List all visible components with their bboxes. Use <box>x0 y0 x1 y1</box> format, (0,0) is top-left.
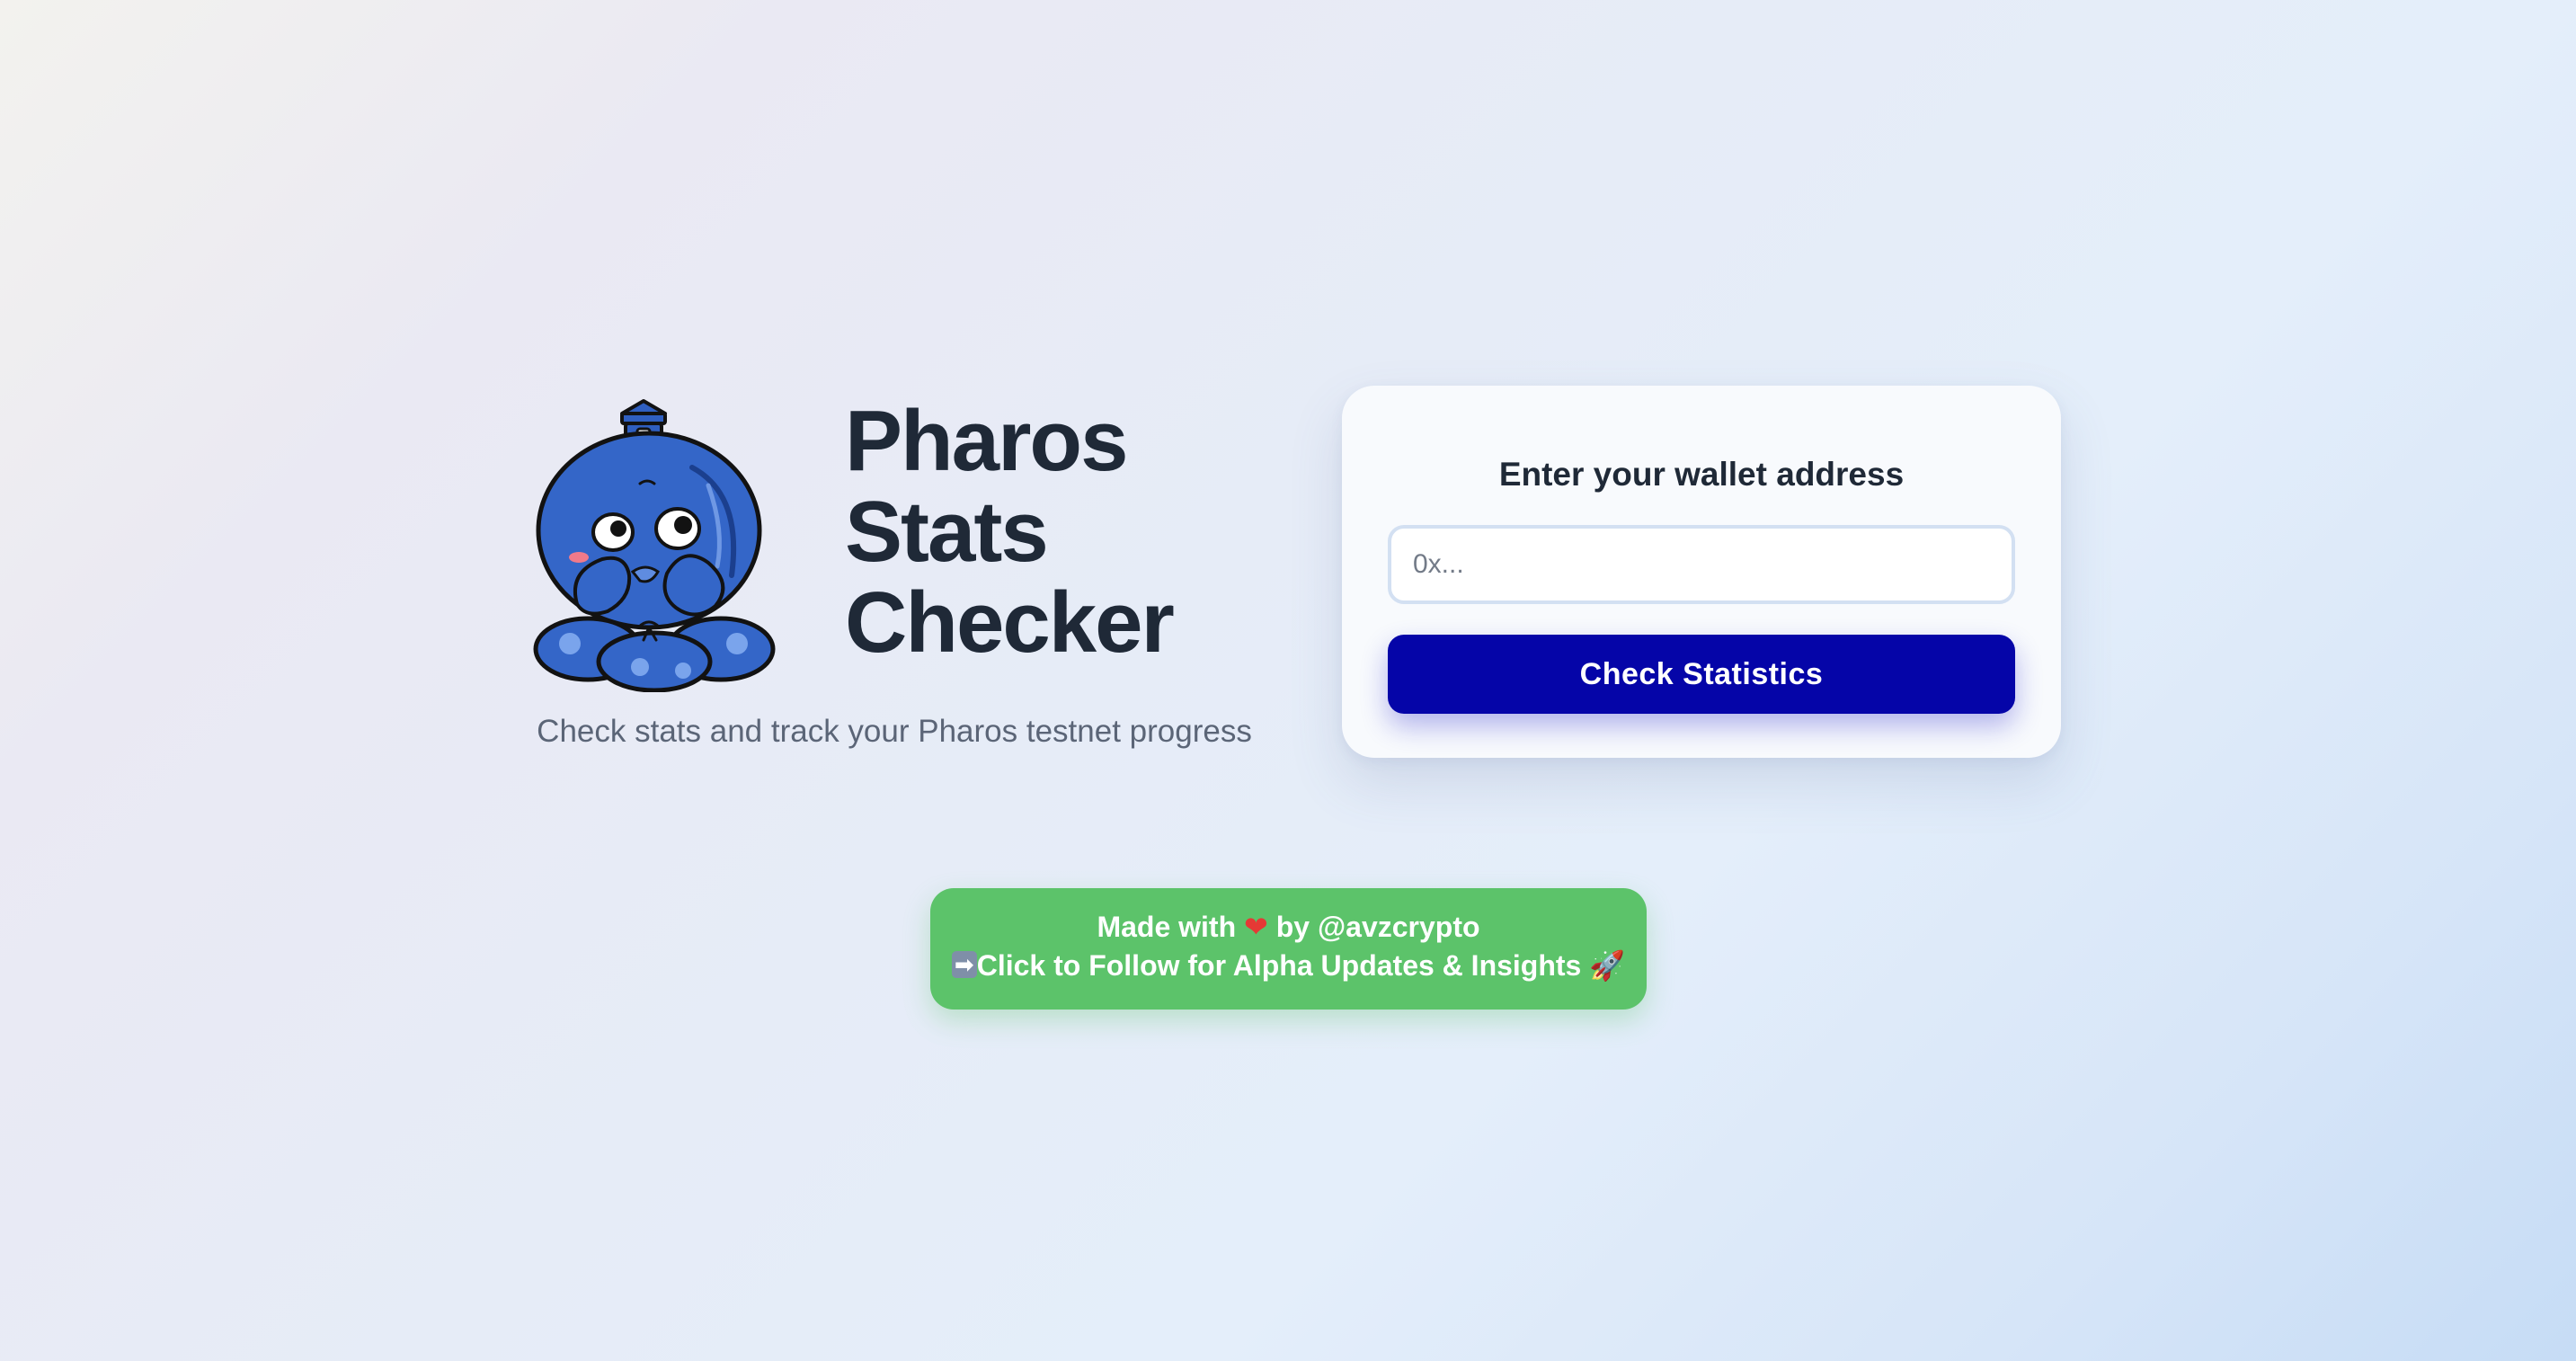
page-title: Pharos Stats Checker <box>845 393 1175 671</box>
banner-follow-text: Click to Follow for Alpha Updates & Insi… <box>976 949 1582 982</box>
heart-icon: ❤ <box>1244 911 1268 943</box>
right-arrow-icon: ➡ <box>951 951 977 978</box>
title-line-1: Pharos <box>845 393 1128 489</box>
wallet-address-input[interactable] <box>1388 525 2015 604</box>
check-statistics-button[interactable]: Check Statistics <box>1388 635 2015 714</box>
banner-credit-line: Made with ❤ by @avzcrypto <box>930 910 1647 944</box>
banner-credit-prefix: Made with <box>1097 911 1237 943</box>
wallet-form-card: Enter your wallet address Check Statisti… <box>1342 386 2061 758</box>
banner-credit-suffix: by @avzcrypto <box>1275 911 1480 943</box>
page-subtitle: Check stats and track your Pharos testne… <box>537 714 1252 749</box>
wallet-form-heading: Enter your wallet address <box>1498 456 1905 493</box>
rocket-icon: 🚀 <box>1589 949 1626 982</box>
banner-follow-line: ➡Click to Follow for Alpha Updates & Ins… <box>930 948 1647 983</box>
hero-section: Pharos Stats Checker Check stats and tra… <box>512 396 1276 773</box>
follow-author-banner-button[interactable]: Made with ❤ by @avzcrypto ➡Click to Foll… <box>930 888 1647 1010</box>
title-line-3: Checker <box>845 574 1175 671</box>
title-line-2: Stats <box>845 484 1049 580</box>
octopus-mascot-icon <box>533 399 776 692</box>
